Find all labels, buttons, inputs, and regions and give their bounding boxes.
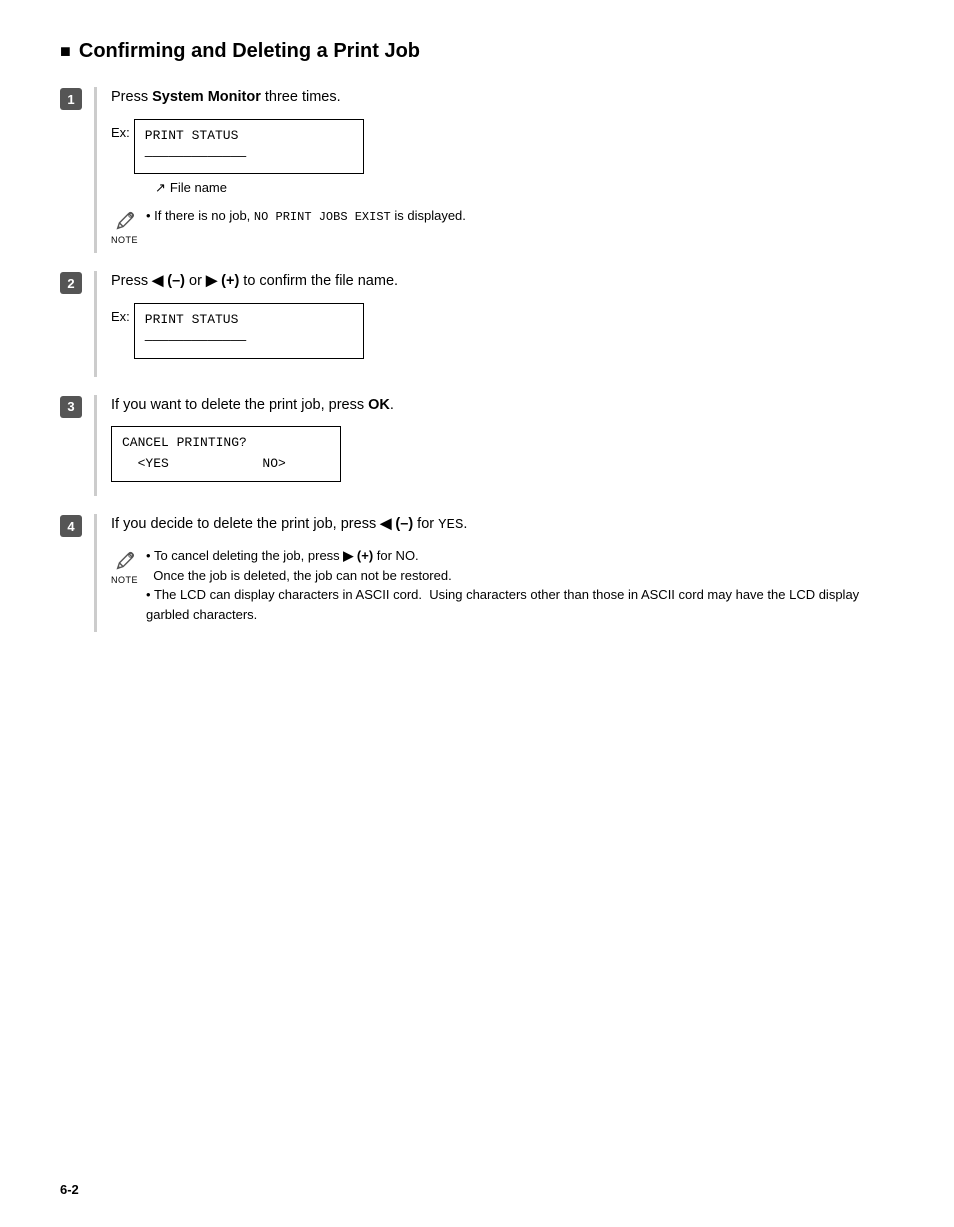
step-3-content: If you want to delete the print job, pre… — [94, 395, 894, 496]
note-word-1: NOTE — [111, 235, 138, 245]
step-1-text: Press System Monitor three times. — [111, 87, 894, 109]
step-1-ex: Ex: PRINT STATUS ————————————— — [111, 119, 894, 181]
pencil-svg-1 — [112, 208, 138, 234]
lcd-box-1: PRINT STATUS ————————————— — [134, 119, 364, 175]
step-1-note: NOTE • If there is no job, NO PRINT JOBS… — [111, 206, 894, 245]
step-2-content: Press ◀ (–) or ▶ (+) to confirm the file… — [94, 271, 894, 376]
ex-label-2: Ex: — [111, 309, 130, 324]
step-4: 4 If you decide to delete the print job,… — [60, 514, 894, 632]
page-title: Confirming and Deleting a Print Job — [60, 40, 894, 63]
note-text-4: • To cancel deleting the job, press ▶ (+… — [146, 546, 894, 624]
step-2: 2 Press ◀ (–) or ▶ (+) to confirm the fi… — [60, 271, 894, 376]
step-4-note: NOTE • To cancel deleting the job, press… — [111, 546, 894, 624]
pencil-svg-4 — [112, 548, 138, 574]
title-text: Confirming and Deleting a Print Job — [79, 40, 420, 63]
lcd-box-3: CANCEL PRINTING? <YES NO> — [111, 426, 341, 482]
step-1-lcd: PRINT STATUS ————————————— — [134, 119, 364, 181]
note-icon-1: NOTE — [111, 208, 138, 245]
step-1: 1 Press System Monitor three times. Ex: … — [60, 87, 894, 253]
note-word-4: NOTE — [111, 575, 138, 585]
note-line-1: • To cancel deleting the job, press ▶ (+… — [146, 546, 894, 566]
step-2-lcd: PRINT STATUS ————————————— — [134, 303, 364, 365]
step-3: 3 If you want to delete the print job, p… — [60, 395, 894, 496]
step-3-text: If you want to delete the print job, pre… — [111, 395, 894, 417]
note-line-2: Once the job is deleted, the job can not… — [146, 566, 894, 586]
step-2-text: Press ◀ (–) or ▶ (+) to confirm the file… — [111, 271, 894, 293]
step-1-content: Press System Monitor three times. Ex: PR… — [94, 87, 894, 253]
note-text-1: • If there is no job, NO PRINT JOBS EXIS… — [146, 206, 466, 226]
ex-label-1: Ex: — [111, 125, 130, 140]
step-number-4: 4 — [60, 515, 82, 537]
filename-label: File name — [170, 180, 227, 195]
lcd-box-2: PRINT STATUS ————————————— — [134, 303, 364, 359]
step-4-content: If you decide to delete the print job, p… — [94, 514, 894, 632]
step-2-ex: Ex: PRINT STATUS ————————————— — [111, 303, 894, 365]
page-footer: 6-2 — [60, 1182, 79, 1197]
step-4-text: If you decide to delete the print job, p… — [111, 514, 894, 536]
step-number-1: 1 — [60, 88, 82, 110]
filename-arrow: ↗ — [155, 180, 166, 196]
step-number-3: 3 — [60, 396, 82, 418]
step-number-2: 2 — [60, 272, 82, 294]
step-3-lcd: CANCEL PRINTING? <YES NO> — [111, 426, 894, 488]
note-icon-4: NOTE — [111, 548, 138, 585]
note-line-3: • The LCD can display characters in ASCI… — [146, 585, 894, 624]
